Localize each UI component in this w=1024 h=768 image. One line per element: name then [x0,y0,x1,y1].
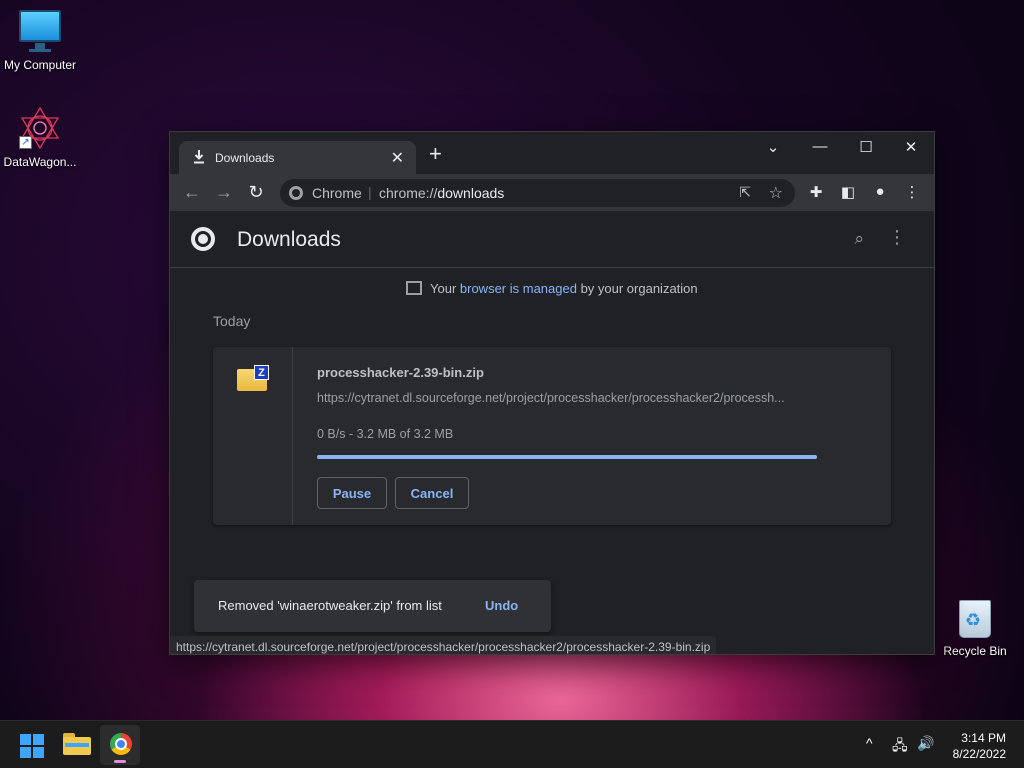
chrome-menu-icon[interactable]: ⋮ [902,183,922,201]
zip-file-icon: Z [237,365,269,391]
windows-start-icon[interactable] [20,734,44,758]
download-filename[interactable]: processhacker-2.39-bin.zip [317,365,484,380]
forward-arrow-icon[interactable]: → [213,182,235,202]
monitor-icon [19,10,61,54]
url-scheme: chrome:// [379,185,438,201]
url-host: downloads [437,185,505,201]
address-bar[interactable]: Chrome | chrome://downloads ⇱ ☆ [280,179,795,207]
removed-toast: Removed 'winaerotweaker.zip' from list U… [194,580,551,632]
progress-fill [317,455,817,459]
close-window-button[interactable]: ✕ [897,138,925,156]
bookmark-star-icon[interactable]: ☆ [769,183,783,203]
taskbar-clock[interactable]: 3:14 PM 8/22/2022 [953,730,1006,762]
tab-search-chevron-icon[interactable]: ⌄ [759,138,787,156]
recycle-bin-icon: ♻ [955,596,995,640]
managed-link[interactable]: browser is managed [460,281,577,296]
desktop-icon-datawagon[interactable]: ↗ DataWagon... [0,105,80,169]
taskbar-chrome-button[interactable] [100,725,140,765]
chrome-icon [110,733,132,755]
building-icon [406,281,422,295]
chrome-logo-icon [191,227,215,251]
omnibox-separator: | [368,184,372,200]
browser-window: Downloads ✕ + ⌄ — ☐ ✕ ← → ↻ Chrome | chr… [169,131,935,655]
downloads-page: Downloads ⌕ ⋮ Your browser is managed by… [170,211,934,654]
url-text: chrome://downloads [379,185,504,201]
tab-close-icon[interactable]: ✕ [391,148,404,168]
clock-date: 8/22/2022 [952,747,1006,761]
chrome-site-icon [289,186,303,200]
desktop-icon-label: My Computer [3,58,77,72]
cancel-button[interactable]: Cancel [395,477,469,509]
desktop-icon-my-computer[interactable]: My Computer [0,10,80,72]
download-source-url[interactable]: https://cytranet.dl.sourceforge.net/proj… [317,391,817,405]
reload-icon[interactable]: ↻ [245,182,267,202]
toast-message: Removed 'winaerotweaker.zip' from list [218,598,442,613]
minimize-button[interactable]: — [806,138,834,155]
network-icon[interactable]: 🖧 [892,735,908,759]
site-label: Chrome [312,185,362,201]
volume-icon[interactable]: 🔊 [917,735,934,752]
undo-button[interactable]: Undo [485,598,518,613]
section-label-today: Today [213,313,251,329]
download-icon [194,150,204,164]
managed-notice: Your browser is managed by your organiza… [406,281,698,296]
file-explorer-icon[interactable] [63,733,91,755]
desktop-icon-label: DataWagon... [3,155,77,169]
back-arrow-icon[interactable]: ← [181,182,203,202]
tray-chevron-icon[interactable]: ^ [866,735,873,751]
download-status: 0 B/s - 3.2 MB of 3.2 MB [317,427,454,441]
desktop-icon-label: Recycle Bin [943,644,1007,658]
download-icon-column: Z [213,347,293,525]
tab-downloads[interactable]: Downloads ✕ [179,141,416,174]
browser-toolbar: ← → ↻ Chrome | chrome://downloads ⇱ ☆ ✚ … [170,174,934,211]
shortcut-arrow-icon: ↗ [19,136,32,149]
tab-title: Downloads [215,151,275,165]
pause-button[interactable]: Pause [317,477,387,509]
page-title: Downloads [237,228,341,251]
page-header: Downloads ⌕ ⋮ [170,211,934,268]
active-app-indicator [114,760,126,763]
more-options-icon[interactable]: ⋮ [888,227,906,248]
maximize-button[interactable]: ☐ [852,138,880,156]
desktop-icon-recycle-bin[interactable]: ♻ Recycle Bin [935,596,1015,658]
side-panel-icon[interactable]: ◧ [838,183,858,201]
clock-time: 3:14 PM [961,731,1006,745]
extensions-puzzle-icon[interactable]: ✚ [806,183,826,201]
profile-icon[interactable]: ● [870,183,890,200]
new-tab-button[interactable]: + [429,143,442,165]
datawagon-app-icon: ↗ [17,105,63,151]
taskbar: ^ 🖧 🔊 3:14 PM 8/22/2022 [0,720,1024,768]
search-icon[interactable]: ⌕ [854,229,864,249]
link-status-bubble: https://cytranet.dl.sourceforge.net/proj… [170,636,717,654]
tab-strip: Downloads ✕ + ⌄ — ☐ ✕ [170,132,934,174]
share-icon[interactable]: ⇱ [739,184,751,201]
download-progress-bar [317,455,817,459]
download-item-card: Z processhacker-2.39-bin.zip https://cyt… [213,347,891,525]
